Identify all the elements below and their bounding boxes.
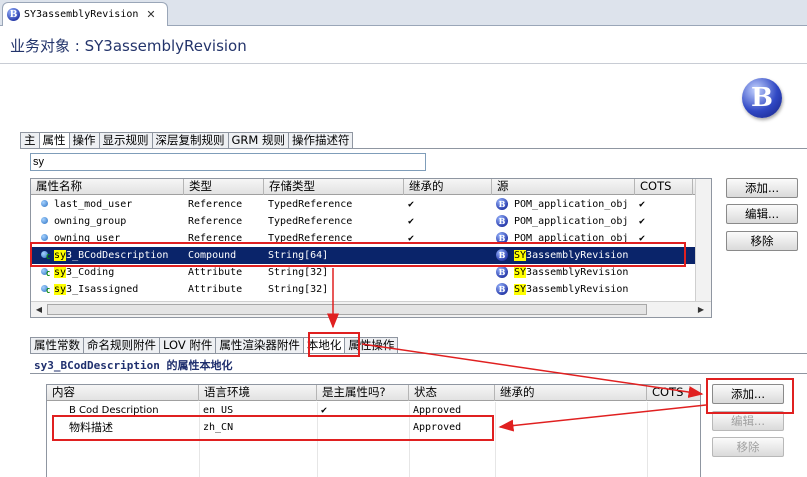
annotation-arrows (327, 268, 707, 432)
arrow-to-add-button (361, 343, 704, 398)
arrow-to-new-row (498, 404, 707, 432)
